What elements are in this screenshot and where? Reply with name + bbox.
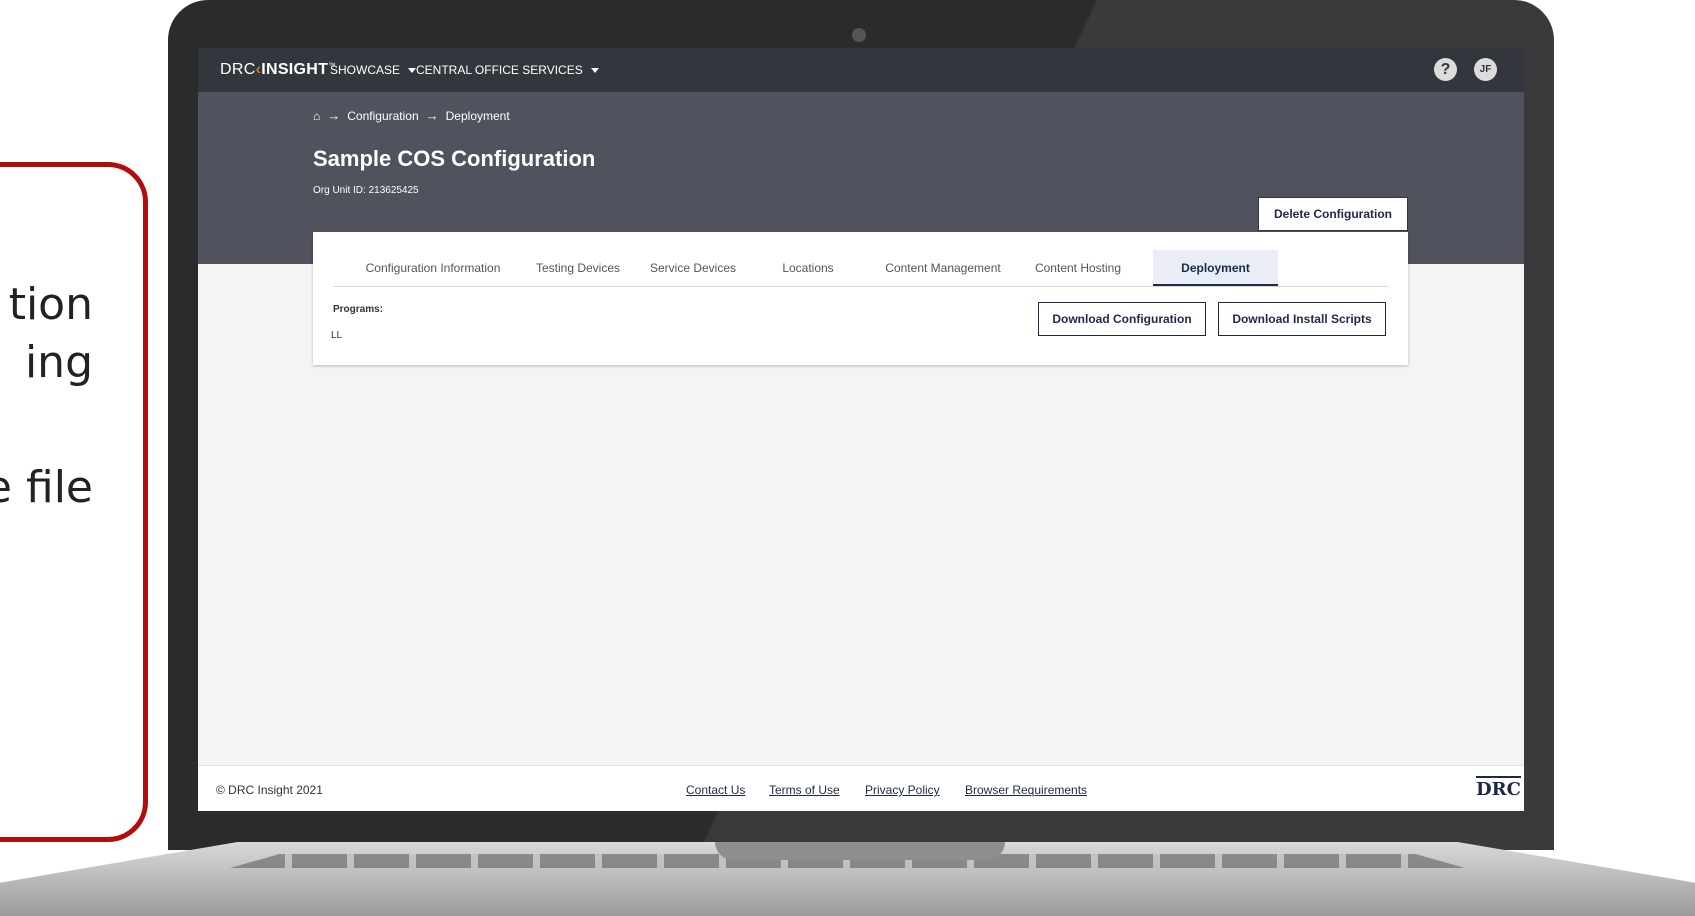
tab-content-management[interactable]: Content Management — [868, 250, 1018, 286]
breadcrumb-configuration[interactable]: Configuration — [347, 109, 418, 123]
top-navigation-bar: DRC‹INSIGHT™ SHOWCASE CENTRAL OFFICE SER… — [198, 48, 1524, 92]
drc-footer-logo: DRC — [1476, 776, 1521, 800]
arrow-right-icon: → — [327, 108, 341, 123]
camera-icon — [852, 28, 866, 42]
chevron-down-icon — [408, 68, 417, 74]
copyright-text: © DRC Insight 2021 — [216, 783, 323, 797]
tab-bar: Configuration Information Testing Device… — [333, 250, 1388, 287]
download-install-scripts-button[interactable]: Download Install Scripts — [1218, 302, 1386, 336]
laptop-notch — [715, 842, 1005, 860]
terms-of-use-link[interactable]: Terms of Use — [769, 783, 840, 797]
breadcrumb-deployment: Deployment — [445, 108, 510, 123]
callout-text-line: tion — [8, 279, 93, 330]
browser-requirements-link[interactable]: Browser Requirements — [965, 783, 1087, 797]
menu-showcase[interactable]: SHOWCASE — [330, 63, 417, 77]
home-icon[interactable]: ⌂ — [313, 109, 320, 123]
logo-prefix: DRC — [220, 61, 256, 78]
callout-text-line: e file — [0, 462, 93, 513]
tab-service-devices[interactable]: Service Devices — [638, 250, 748, 286]
chevron-down-icon — [590, 68, 599, 74]
page-footer: © DRC Insight 2021 Contact Us Terms of U… — [198, 765, 1524, 811]
callout-text-line: ing — [24, 337, 93, 388]
tab-configuration-information[interactable]: Configuration Information — [343, 250, 523, 286]
contact-us-link[interactable]: Contact Us — [686, 783, 745, 797]
privacy-policy-link[interactable]: Privacy Policy — [865, 783, 940, 797]
logo-main: INSIGHT — [261, 61, 329, 78]
programs-value: LL — [331, 330, 343, 341]
org-unit-id: Org Unit ID: 213625425 — [313, 185, 419, 196]
download-configuration-button[interactable]: Download Configuration — [1038, 302, 1206, 336]
app-screen: DRC‹INSIGHT™ SHOWCASE CENTRAL OFFICE SER… — [198, 48, 1524, 811]
menu-central-office-services[interactable]: CENTRAL OFFICE SERVICES — [416, 63, 599, 77]
menu-showcase-label: SHOWCASE — [330, 63, 401, 77]
arrow-right-icon: → — [425, 108, 439, 123]
menu-cos-label: CENTRAL OFFICE SERVICES — [416, 63, 583, 77]
tab-testing-devices[interactable]: Testing Devices — [528, 250, 628, 286]
breadcrumb: ⌂ → Configuration → Deployment — [313, 108, 510, 123]
help-icon[interactable]: ? — [1434, 58, 1457, 81]
configuration-card: Configuration Information Testing Device… — [313, 232, 1408, 365]
programs-label: Programs: — [333, 304, 384, 315]
tab-content-hosting[interactable]: Content Hosting — [1023, 250, 1133, 286]
tab-deployment[interactable]: Deployment — [1153, 250, 1278, 286]
instruction-callout: tion ing e file — [0, 162, 148, 842]
delete-configuration-button[interactable]: Delete Configuration — [1258, 197, 1408, 231]
page-title: Sample COS Configuration — [313, 146, 596, 171]
tab-locations[interactable]: Locations — [768, 250, 848, 286]
drc-insight-logo[interactable]: DRC‹INSIGHT™ — [220, 61, 336, 79]
user-avatar[interactable]: JF — [1474, 58, 1497, 81]
